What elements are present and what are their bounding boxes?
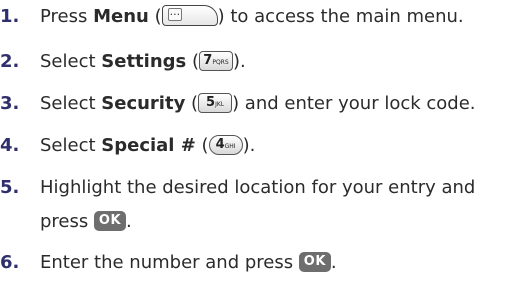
step-number: 1.: [0, 6, 20, 27]
key-letters: GHI: [224, 142, 236, 150]
paren-open: (: [148, 6, 162, 27]
step-text-line-1: Highlight the desired location for your …: [40, 177, 476, 198]
step-number: 5.: [0, 177, 20, 198]
key-letters: JKL: [215, 100, 225, 108]
step-text: Select Special # (4GHI).: [40, 134, 255, 158]
step-text-suffix: .: [330, 252, 337, 273]
step-text: Select Security (5JKL) and enter your lo…: [40, 92, 476, 116]
ok-key-icon: OK: [93, 210, 126, 231]
menu-dots: ···: [167, 8, 183, 21]
special-number-label: Special #: [101, 135, 196, 156]
step-text-suffix: ).: [242, 135, 256, 156]
step-number: 2.: [0, 51, 20, 72]
step-text-prefix: Select: [40, 51, 102, 72]
key-digit: 4: [215, 136, 225, 152]
key-5jkl-icon: 5JKL: [198, 92, 233, 113]
step-text: Select Settings (7PQRS).: [40, 50, 246, 74]
step-text-suffix: ) and enter your lock code.: [232, 93, 476, 114]
step-text-suffix: ) to access the main menu.: [217, 6, 464, 27]
paren-open: (: [185, 93, 199, 114]
security-label: Security: [101, 93, 186, 114]
step-text-prefix: Press: [40, 6, 94, 27]
step-number: 6.: [0, 252, 20, 273]
paren-open: (: [195, 135, 209, 156]
step-text-prefix: Select: [40, 135, 102, 156]
settings-label: Settings: [101, 51, 187, 72]
key-letters: PQRS: [212, 58, 229, 66]
menu-label: Menu: [93, 6, 149, 27]
step-text-prefix: Select: [40, 93, 102, 114]
step-text: Enter the number and press OK.: [40, 251, 337, 275]
step-text-prefix: Enter the number and press: [40, 252, 299, 273]
step-number: 3.: [0, 93, 20, 114]
step-number: 4.: [0, 135, 20, 156]
step-text-suffix: .: [125, 211, 132, 232]
key-digit: 5: [206, 94, 216, 110]
menu-key-icon: ···: [161, 5, 218, 26]
step-text-suffix: ).: [232, 51, 246, 72]
key-7pqrs-icon: 7PQRS: [198, 50, 233, 71]
step-text-line-2: press OK.: [40, 210, 132, 234]
step-text: Press Menu ( ··· ) to access the main menu…: [40, 5, 464, 29]
key-4ghi-icon: 4GHI: [208, 134, 243, 155]
step-text-prefix: press: [40, 211, 94, 232]
key-digit: 7: [203, 52, 213, 68]
ok-key-icon: OK: [298, 251, 331, 272]
paren-open: (: [186, 51, 199, 72]
